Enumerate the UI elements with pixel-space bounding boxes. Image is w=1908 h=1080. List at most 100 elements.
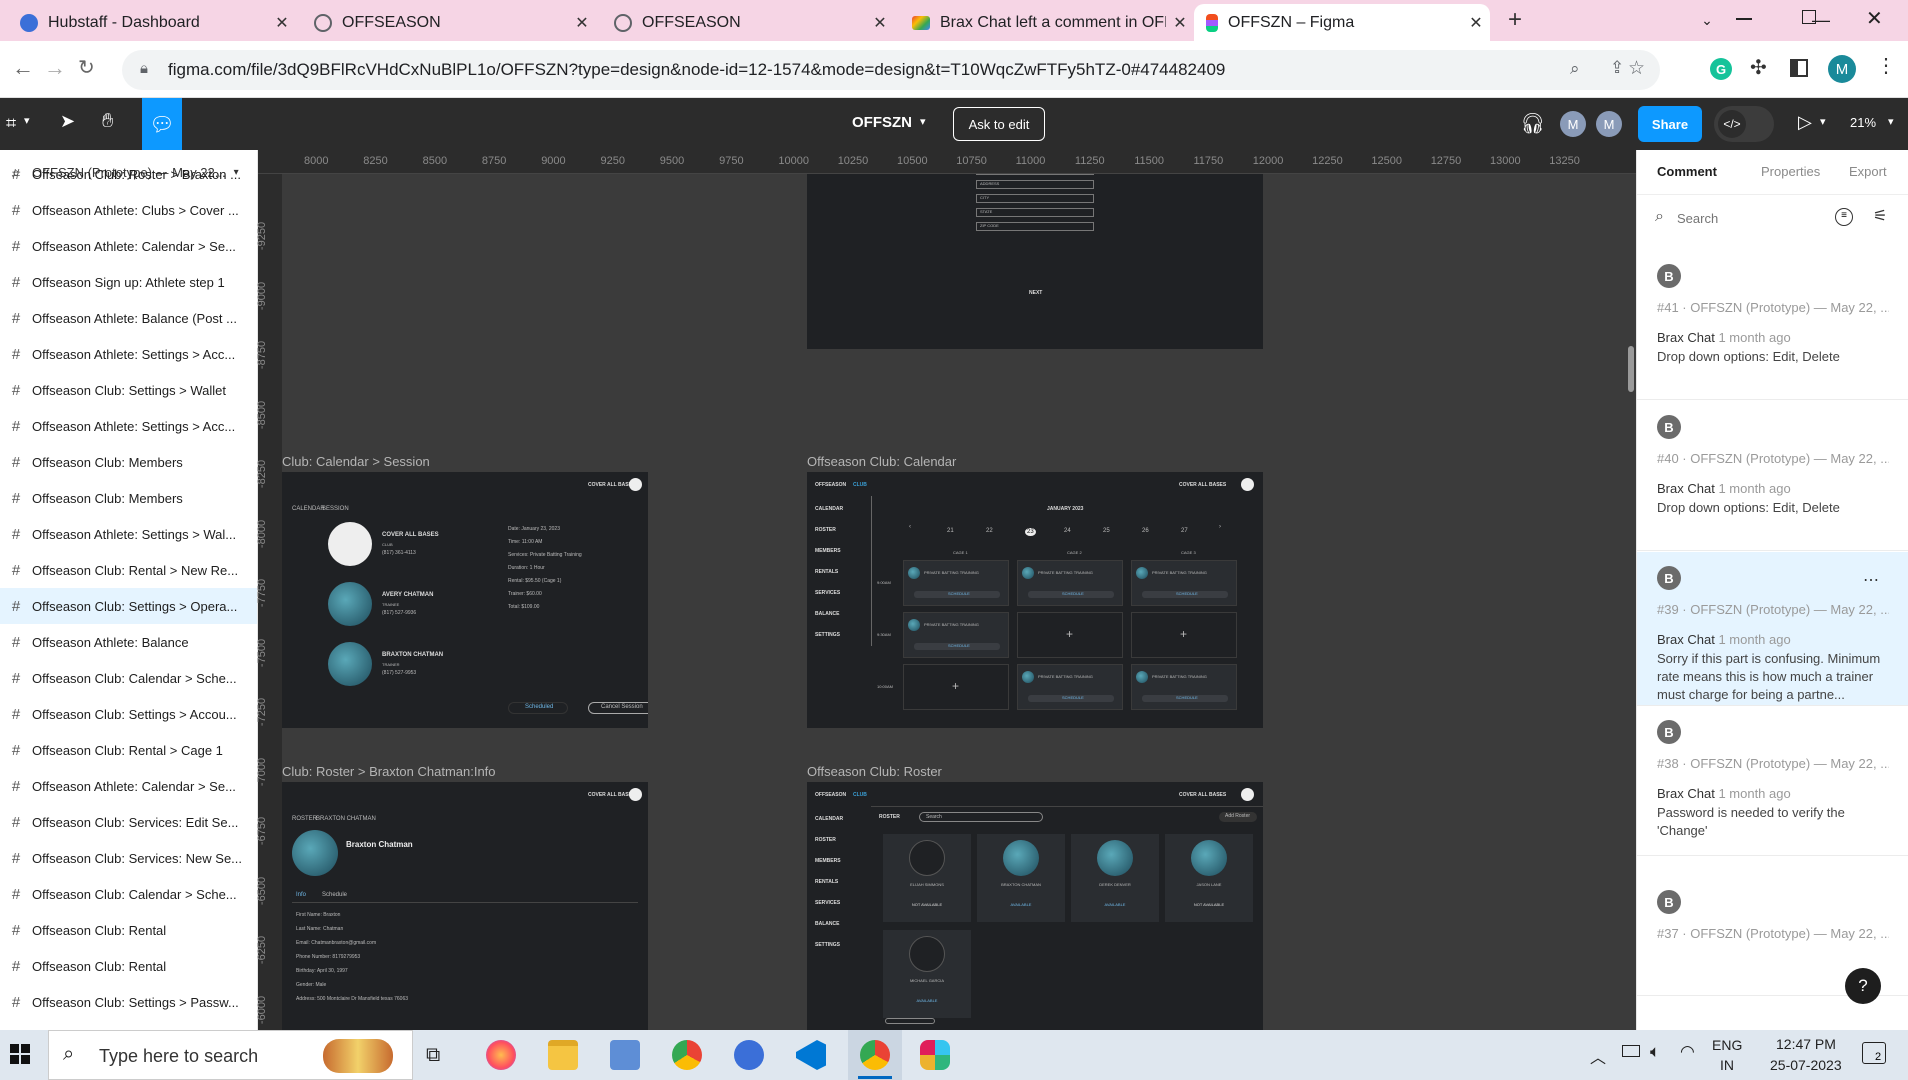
layer-item[interactable]: # Offseason Athlete: Balance [0,624,257,660]
layer-item[interactable]: # Offseason Athlete: Settings > Acc... [0,336,257,372]
kebab-menu-icon[interactable]: ⋮ [1876,53,1896,78]
day-label[interactable]: 23 [1025,528,1036,536]
nav-item[interactable]: SETTINGS [815,632,840,638]
nav-item[interactable]: BALANCE [815,611,839,617]
volume-icon[interactable]: 🔈︎ [1650,1042,1660,1062]
empty-slot[interactable]: + [903,664,1009,710]
layer-item[interactable]: # Offseason Club: Roster > Braxton ... [0,156,257,192]
file-chevron-icon[interactable]: ▾ [920,115,926,128]
tab-info[interactable]: Info [296,892,306,898]
session-slot[interactable]: PRIVATE BATTING TRAINING SCHEDULE [1017,560,1123,606]
comment-item[interactable]: B #40 · OFFSZN (Prototype) — May 22, ... B… [1637,401,1908,551]
layer-item[interactable]: # Offseason Athlete: Calendar > Se... [0,228,257,264]
close-tab-icon[interactable]: ✕ [568,13,596,33]
frame-signup[interactable]: CLUB NAMECLUB PHONE NUMBERADDRESSCITYSTA… [807,150,1263,349]
layer-item[interactable]: # Offseason Club: Calendar > Sche... [0,876,257,912]
taskbar-search-input[interactable]: ⌕ Type here to search [48,1030,413,1080]
roster-card[interactable]: MICHAEL GARCIA AVAILABLE [883,930,971,1018]
roster-card[interactable]: JASON LANE NOT AVAILABLE [1165,834,1253,922]
comment-item[interactable]: B #41 · OFFSZN (Prototype) — May 22, ... B… [1637,250,1908,400]
day-label[interactable]: 22 [986,528,993,534]
slot-button[interactable]: SCHEDULE [1028,591,1114,598]
clock-time[interactable]: 12:47 PM [1776,1036,1836,1052]
day-label[interactable]: 27 [1181,528,1188,534]
roster-card[interactable]: ELIJAH SIMMONS NOT AVAILABLE [883,834,971,922]
nav-item[interactable]: CALENDAR [815,816,843,822]
cancel-session-button[interactable]: Cancel Session [588,702,648,714]
canvas[interactable]: CLUB NAMECLUB PHONE NUMBERADDRESSCITYSTA… [258,150,1636,1030]
canvas-scrollbar[interactable] [1628,346,1634,392]
nav-item[interactable]: MEMBERS [815,858,841,864]
slack-icon[interactable] [920,1040,950,1070]
nav-item[interactable]: BALANCE [815,921,839,927]
day-label[interactable]: 25 [1103,528,1110,534]
layer-item[interactable]: # Offseason Club: Settings > Passw... [0,984,257,1020]
tab-search-chevron-icon[interactable]: ⌄ [1682,0,1732,41]
tab-comment[interactable]: Comment [1657,164,1717,179]
bookmark-star-icon[interactable]: ☆ [1628,57,1645,80]
nav-item[interactable]: MEMBERS [815,548,841,554]
nav-item[interactable]: ROSTER [815,837,836,843]
session-slot[interactable]: PRIVATE BATTING TRAINING SCHEDULE [903,560,1009,606]
back-icon[interactable]: ← [12,55,34,81]
layer-item[interactable]: # Offseason Club: Members [0,480,257,516]
chevron-right-icon[interactable]: › [1219,524,1221,530]
frame-label-calendar[interactable]: Offseason Club: Calendar [807,454,956,469]
hand-tool-icon[interactable]: ✋︎ [102,110,113,133]
layer-item[interactable]: # Offseason Club: Rental > Cage 1 [0,732,257,768]
layer-item[interactable]: # Offseason Sign up: Athlete step 1 [0,264,257,300]
comment-search-input[interactable] [1677,205,1797,231]
slot-button[interactable]: SCHEDULE [914,643,1000,650]
signup-field[interactable]: STATE [976,208,1094,217]
nav-item[interactable]: SERVICES [815,590,840,596]
frame-label-info[interactable]: Club: Roster > Braxton Chatman:Info [282,764,496,779]
figma-menu-icon[interactable]: ⌗ [6,113,16,134]
forward-icon[interactable]: → [44,55,66,81]
user-avatar[interactable]: M [1596,111,1622,137]
signup-field[interactable]: CITY [976,194,1094,203]
comment-item[interactable]: B #39 · OFFSZN (Prototype) — May 22, ... B… [1637,552,1908,706]
dev-mode-toggle[interactable]: </> [1714,106,1774,142]
session-slot[interactable]: PRIVATE BATTING TRAINING SCHEDULE [1131,664,1237,710]
day-label[interactable]: 26 [1142,528,1149,534]
frame-session[interactable]: COVER ALL BASES CALENDAR SESSION COVER A… [282,472,648,728]
layer-item[interactable]: # Offseason Club: Rental [0,912,257,948]
signup-field[interactable]: ZIP CODE [976,222,1094,231]
slot-button[interactable]: SCHEDULE [1142,591,1228,598]
layer-item[interactable]: # Offseason Club: Settings > Opera... [0,588,257,624]
side-panel-icon[interactable] [1790,59,1808,77]
reload-icon[interactable]: ↻ [78,55,95,80]
taskbar-active-item[interactable] [848,1030,902,1080]
empty-slot[interactable]: + [1017,612,1123,658]
nav-item[interactable]: CALENDAR [815,506,843,512]
nav-item[interactable]: ROSTER [815,527,836,533]
nav-item[interactable]: RENTALS [815,879,838,885]
chevron-up-icon[interactable]: ︿ [1590,1044,1606,1068]
frame-label-session[interactable]: Club: Calendar > Session [282,454,430,469]
layer-item[interactable]: # Offseason Club: Rental > New Re... [0,552,257,588]
layer-item[interactable]: # Offseason Athlete: Settings > Acc... [0,408,257,444]
layer-item[interactable]: # Offseason Athlete: Balance (Post ... [0,300,257,336]
settings-sliders-icon[interactable]: ⚟ [1873,206,1887,226]
frame-calendar[interactable]: OFFSEASON CLUB COVER ALL BASES CALENDAR R… [807,472,1263,728]
comment-item[interactable]: B #38 · OFFSZN (Prototype) — May 22, ... B… [1637,706,1908,856]
session-slot[interactable]: PRIVATE BATTING TRAINING SCHEDULE [1017,664,1123,710]
layer-item[interactable]: # Offseason Club: Settings > Accou... [0,696,257,732]
battery-icon[interactable] [1622,1045,1640,1057]
clock-date[interactable]: 25-07-2023 [1770,1057,1842,1073]
tab-offseason-1[interactable]: OFFSEASON ✕ [302,4,596,41]
language-indicator[interactable]: ENG [1712,1037,1742,1053]
hubstaff-icon[interactable] [734,1040,764,1070]
day-label[interactable]: 21 [947,528,954,534]
slot-button[interactable]: SCHEDULE [1142,695,1228,702]
frame-label-roster[interactable]: Offseason Club: Roster [807,764,942,779]
present-play-icon[interactable]: ▷ [1798,112,1812,133]
windows-start-icon[interactable] [10,1044,30,1064]
share-page-icon[interactable]: ⇪ [1610,58,1624,78]
scheduled-button[interactable]: Scheduled [508,702,568,714]
session-slot[interactable]: PRIVATE BATTING TRAINING SCHEDULE [1131,560,1237,606]
minimize-window-icon[interactable] [1736,18,1752,20]
comment-tool-icon[interactable]: 💬︎ [142,98,182,150]
headphones-icon[interactable]: 🎧︎ [1520,111,1545,136]
new-tab-icon[interactable]: + [1508,6,1522,34]
